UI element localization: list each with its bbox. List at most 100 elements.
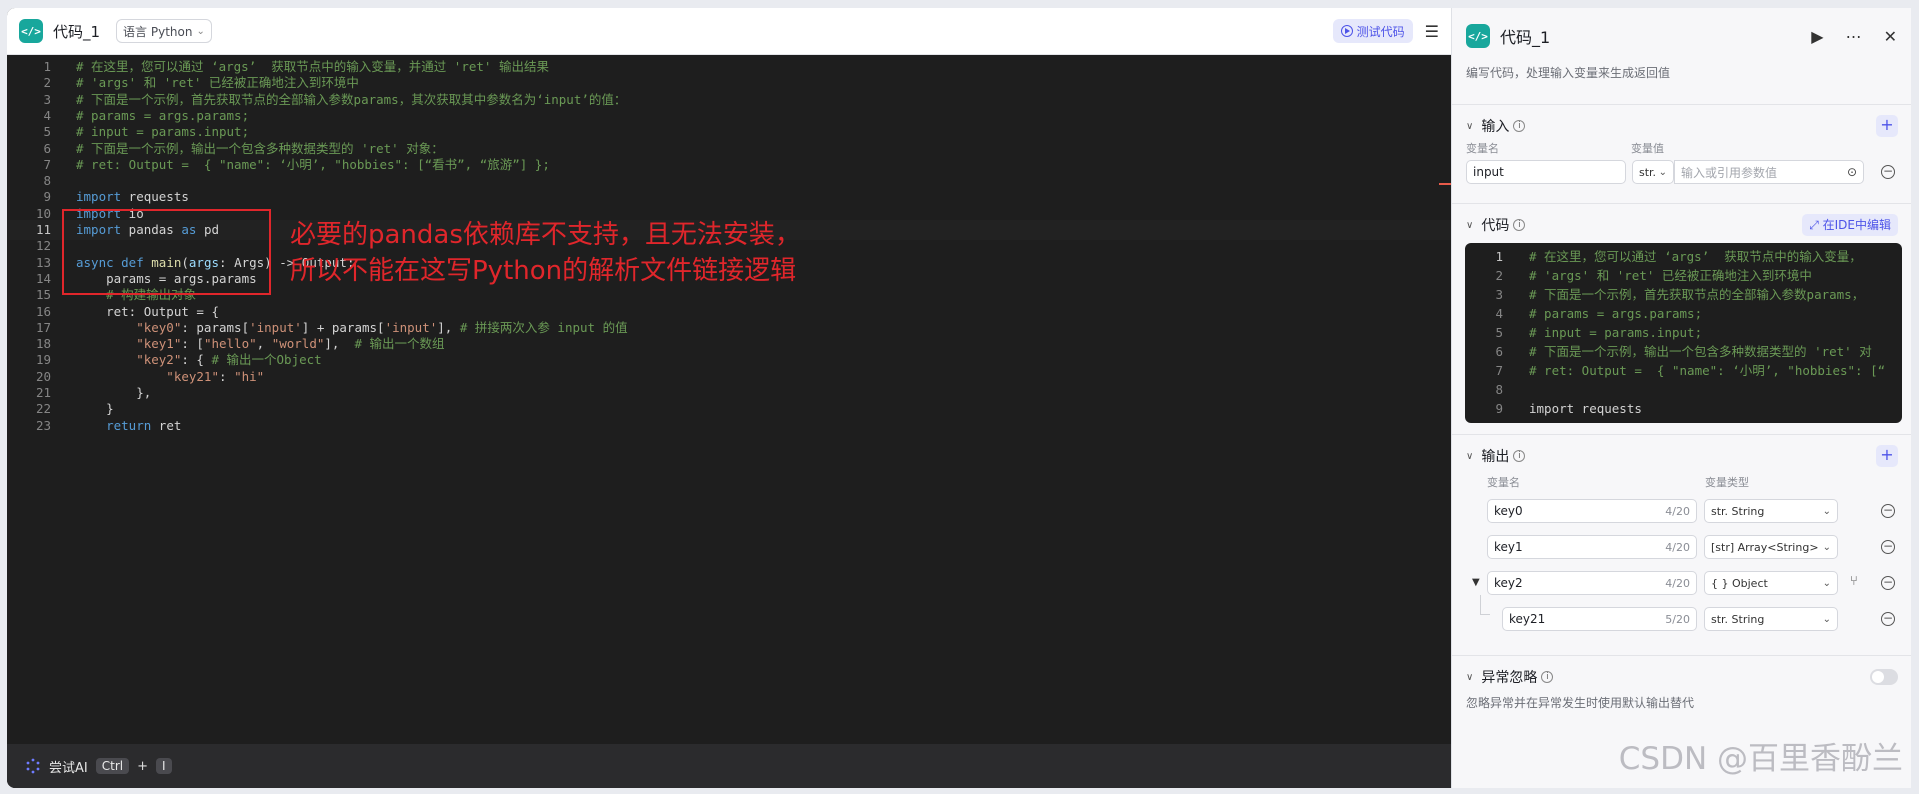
- input-name-field[interactable]: input: [1466, 160, 1626, 184]
- exception-section: ∨ 异常忽略 i 忽略异常并在异常发生时使用默认输出替代: [1452, 655, 1911, 715]
- char-count: 4/20: [1665, 576, 1690, 590]
- mini-code-line: 5 # input = params.input;: [1465, 323, 1902, 342]
- input-name-value: input: [1473, 165, 1504, 179]
- output-type-select-key0[interactable]: str. String ⌄: [1704, 499, 1838, 523]
- char-count: 4/20: [1665, 540, 1690, 554]
- editor-header: </> 代码_1 语言 Python ⌄ 测试代码 ☰: [7, 8, 1451, 55]
- output-type-value: str. String: [1711, 612, 1765, 626]
- more-options-icon[interactable]: ⋯: [1846, 27, 1862, 46]
- edit-in-ide-button[interactable]: ⤢ 在IDE中编辑: [1802, 214, 1898, 236]
- chevron-down-icon: ⌄: [1822, 613, 1831, 625]
- mini-code-line: 9 import requests: [1465, 399, 1902, 418]
- line-number: 7: [1495, 363, 1503, 378]
- sparkle-icon: [26, 758, 40, 774]
- sidebar-header: </> 代码_1 ▶ ⋯ ✕: [1452, 8, 1911, 64]
- output-name-value: key1: [1494, 540, 1523, 554]
- remove-output-icon[interactable]: −: [1881, 576, 1895, 590]
- output-name-field-key1[interactable]: key1 4/20: [1487, 535, 1697, 559]
- code-line[interactable]: 23 return ret: [7, 416, 1451, 436]
- remove-output-icon[interactable]: −: [1881, 612, 1895, 626]
- annotation-highlight-box: [62, 209, 271, 295]
- info-icon[interactable]: i: [1541, 671, 1554, 683]
- collapse-caret-icon[interactable]: ∨: [1466, 220, 1473, 231]
- code-node-icon: </>: [1466, 24, 1490, 48]
- mini-code-line: 7 # ret: Output = { "name": ‘小明’, "hobbie…: [1465, 361, 1902, 380]
- remove-output-icon[interactable]: −: [1881, 540, 1895, 554]
- mini-code-line: 8: [1465, 380, 1902, 399]
- code-text: return ret: [76, 417, 182, 433]
- chevron-down-icon: ⌄: [1658, 166, 1667, 178]
- input-col-name: 变量名: [1466, 142, 1499, 155]
- info-icon[interactable]: i: [1513, 450, 1526, 462]
- output-section-title: 输出: [1481, 449, 1510, 465]
- collapse-caret-icon[interactable]: ∨: [1466, 451, 1473, 462]
- watermark: CSDN @百里香酚兰: [1618, 741, 1903, 777]
- output-name-value: key21: [1509, 612, 1546, 626]
- remove-input-icon[interactable]: −: [1881, 165, 1895, 179]
- chevron-down-icon: ⌄: [1822, 577, 1831, 589]
- output-name-field-key21[interactable]: key21 5/20: [1502, 607, 1697, 631]
- ignore-exception-toggle[interactable]: [1870, 669, 1898, 685]
- shortcut-key-ctrl: Ctrl: [95, 758, 130, 774]
- output-type-value: [str] Array<String>: [1711, 540, 1819, 554]
- shortcut-key-i: I: [156, 758, 172, 774]
- code-text: # 下面是一个示例，输出一个包含多种数据类型的 'ret' 对: [1529, 344, 1872, 359]
- mini-code-line: 4 # params = args.params;: [1465, 304, 1902, 323]
- output-name-field-key0[interactable]: key0 4/20: [1487, 499, 1697, 523]
- add-input-button[interactable]: +: [1876, 115, 1898, 137]
- output-section: ∨ 输出 i + 变量名 变量类型 key0 4/20 str. String …: [1452, 434, 1911, 641]
- code-text-area[interactable]: 1 # 在这里，您可以通过 ‘args’ 获取节点中的输入变量，并通过 'ret'…: [7, 55, 1451, 744]
- language-select[interactable]: 语言 Python ⌄: [116, 19, 212, 43]
- collapse-caret-icon[interactable]: ∨: [1466, 121, 1473, 132]
- run-icon[interactable]: ▶: [1811, 27, 1823, 46]
- code-section: ∨ 代码 i ⤢ 在IDE中编辑 1 # 在这里，您可以通过 ‘args’ 获取节…: [1452, 203, 1911, 423]
- add-output-button[interactable]: +: [1876, 445, 1898, 467]
- input-type-select[interactable]: str. ⌄: [1632, 160, 1674, 184]
- line-number: 23: [35, 417, 51, 433]
- add-child-icon[interactable]: ⑂: [1850, 574, 1858, 589]
- mini-code-line: 6 # 下面是一个示例，输出一个包含多种数据类型的 'ret' 对: [1465, 342, 1902, 361]
- input-section: ∨ 输入 i + 变量名 变量值 input str. ⌄ 输入或引用参数值 ⊙…: [1452, 104, 1911, 187]
- chevron-down-icon: ⌄: [1822, 505, 1831, 517]
- char-count: 4/20: [1665, 504, 1690, 518]
- input-value-placeholder: 输入或引用参数值: [1681, 165, 1778, 180]
- code-text: # input = params.input;: [1529, 325, 1703, 340]
- collapse-caret-icon[interactable]: ∨: [1466, 672, 1473, 683]
- exception-description: 忽略异常并在异常发生时使用默认输出替代: [1466, 696, 1695, 710]
- editor-title: 代码_1: [53, 22, 101, 41]
- line-number: 6: [1495, 344, 1503, 359]
- output-col-type: 变量类型: [1705, 476, 1749, 489]
- code-editor-panel: </> 代码_1 语言 Python ⌄ 测试代码 ☰ 1 # 在这里，您可以通过…: [7, 8, 1451, 788]
- code-text: # params = args.params;: [1529, 306, 1703, 321]
- line-number: 2: [1495, 268, 1503, 283]
- remove-output-icon[interactable]: −: [1881, 504, 1895, 518]
- test-code-button[interactable]: 测试代码: [1332, 19, 1413, 43]
- language-label: 语言 Python: [123, 24, 193, 39]
- line-number: 1: [1495, 249, 1503, 264]
- code-text: # 在这里，您可以通过 ‘args’ 获取节点中的输入变量，: [1529, 249, 1862, 264]
- code-text: # 'args' 和 'ret' 已经被正确地注入到环境中: [1529, 268, 1812, 283]
- info-icon[interactable]: i: [1513, 120, 1526, 132]
- close-icon[interactable]: ✕: [1884, 27, 1897, 46]
- line-number: 8: [1495, 382, 1503, 397]
- mini-code-preview[interactable]: 1 # 在这里，您可以通过 ‘args’ 获取节点中的输入变量， 2 # 'args'…: [1465, 243, 1902, 423]
- output-type-value: { } Object: [1711, 576, 1768, 590]
- output-type-select-key21[interactable]: str. String ⌄: [1704, 607, 1838, 631]
- expand-caret-icon[interactable]: ▼: [1472, 577, 1480, 588]
- output-type-select-key1[interactable]: [str] Array<String> ⌄: [1704, 535, 1838, 559]
- tree-connector: [1480, 595, 1490, 615]
- collapse-menu-icon[interactable]: ☰: [1425, 22, 1439, 41]
- input-value-field[interactable]: 输入或引用参数值 ⊙: [1674, 160, 1864, 184]
- output-type-select-key2[interactable]: { } Object ⌄: [1704, 571, 1838, 595]
- line-number: 9: [1495, 401, 1503, 416]
- line-number: 4: [1495, 306, 1503, 321]
- annotation-line-2: 所以不能在这写Python的解析文件链接逻辑: [290, 256, 797, 286]
- mini-code-line: 2 # 'args' 和 'ret' 已经被正确地注入到环境中: [1465, 266, 1902, 285]
- info-icon[interactable]: i: [1513, 219, 1526, 231]
- reference-icon[interactable]: ⊙: [1847, 165, 1857, 179]
- scrollbar-marker: [1439, 183, 1451, 185]
- ai-assist-bar[interactable]: 尝试AI Ctrl + I: [7, 744, 1451, 788]
- char-count: 5/20: [1665, 612, 1690, 626]
- output-name-field-key2[interactable]: key2 4/20: [1487, 571, 1697, 595]
- input-section-title: 输入: [1481, 119, 1510, 135]
